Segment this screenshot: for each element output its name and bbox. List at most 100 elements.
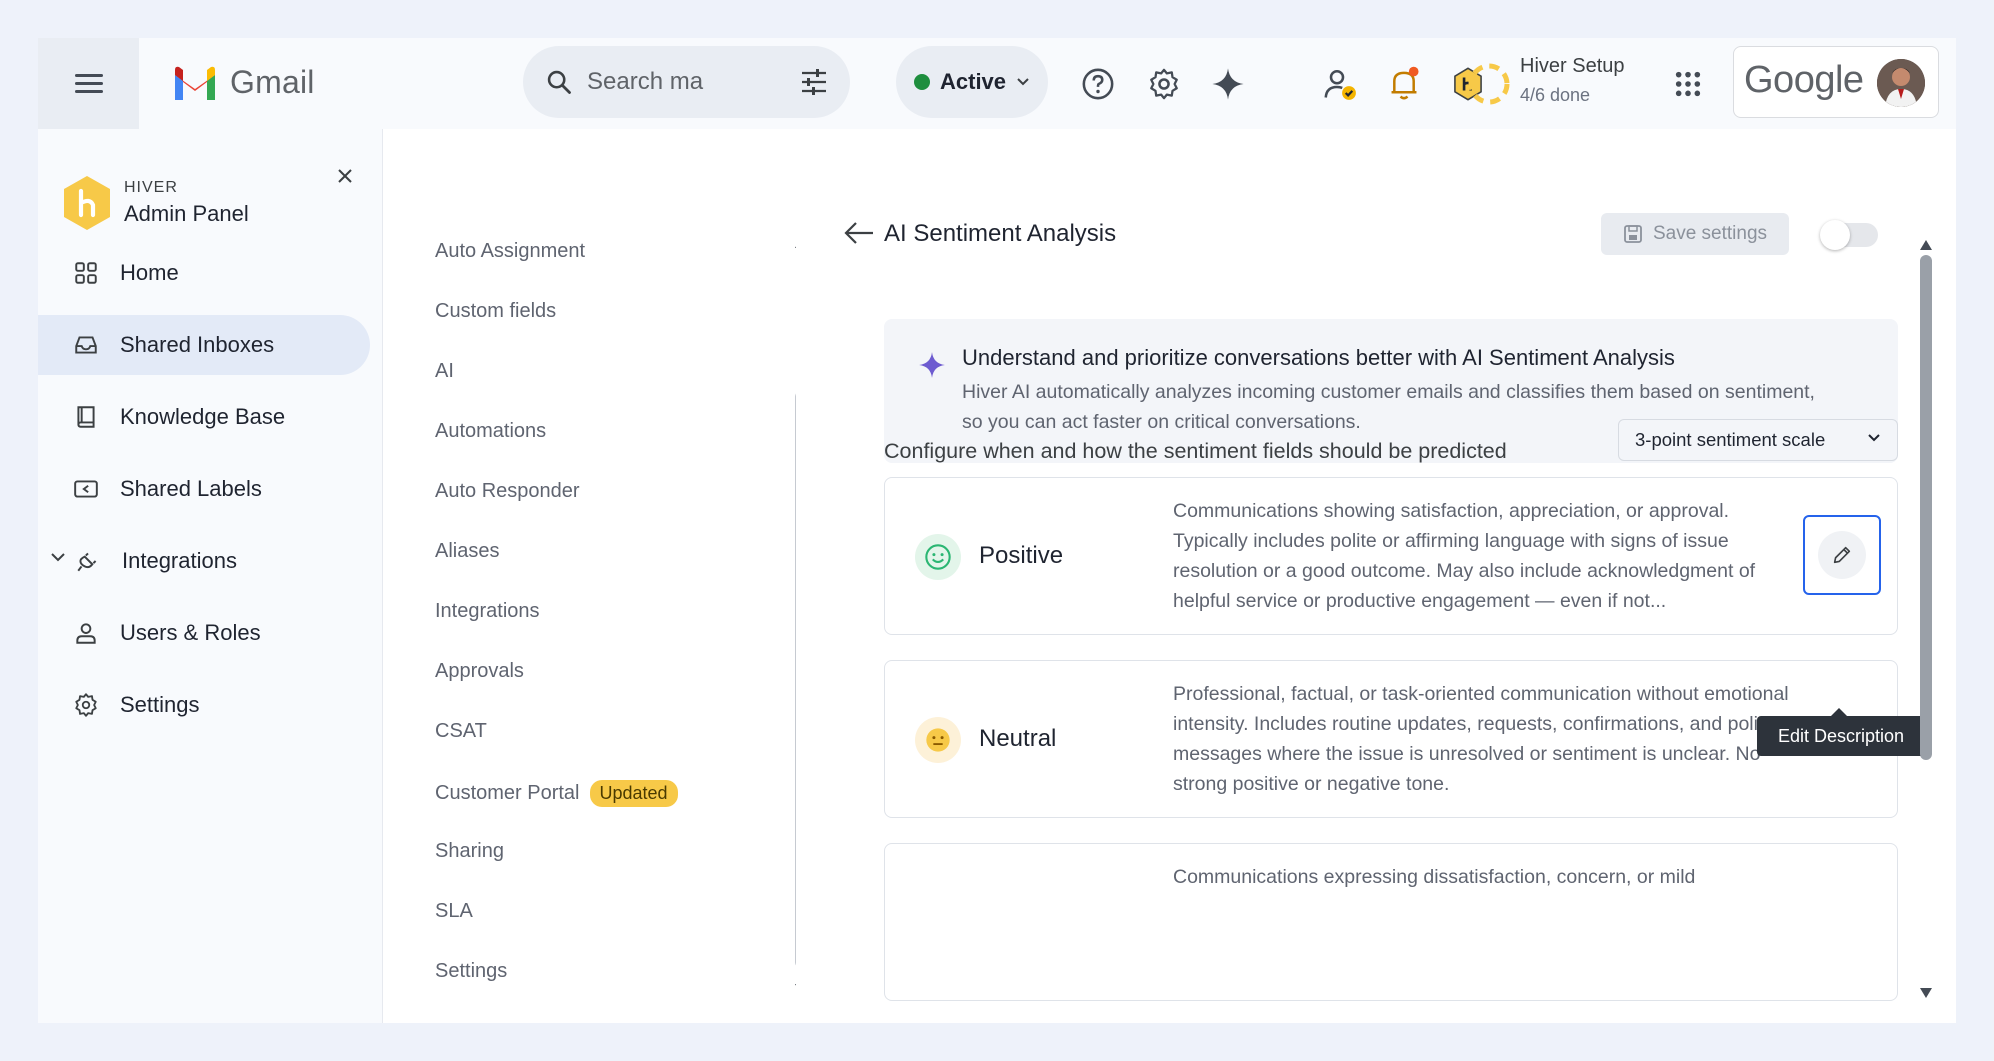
subnav-item-label: Approvals — [435, 660, 524, 682]
avatar[interactable] — [1877, 59, 1925, 107]
brand-title: Admin Panel — [124, 201, 249, 226]
user-status-icon[interactable] — [1320, 64, 1360, 104]
updated-badge: Updated — [589, 780, 678, 807]
search-icon — [547, 70, 571, 94]
subnav-item-aliases[interactable]: Aliases — [435, 540, 499, 563]
main-scroll-thumb[interactable] — [1920, 255, 1932, 760]
subnav-item-label: CSAT — [435, 720, 487, 742]
save-settings-button[interactable]: Save settings — [1601, 213, 1789, 255]
sidebar-item-settings[interactable]: Settings — [38, 675, 370, 735]
subnav-item-csat[interactable]: CSAT — [435, 720, 487, 743]
neutral-face-icon — [915, 717, 961, 763]
setup-progress-text: 4/6 done — [1520, 85, 1591, 105]
google-account-box[interactable]: Google — [1733, 46, 1939, 118]
sidebar-item-label: Shared Inboxes — [120, 332, 275, 357]
pencil-icon — [1818, 531, 1866, 579]
edit-description-button[interactable] — [1803, 515, 1881, 595]
search-options-icon[interactable] — [800, 69, 828, 95]
apps-grid-icon[interactable] — [1668, 64, 1708, 104]
sidebar-item-label: Users & Roles — [120, 620, 261, 645]
settings-gear-icon[interactable] — [1144, 64, 1184, 104]
sentiment-enable-toggle[interactable] — [1820, 220, 1878, 250]
subnav-item-auto-responder[interactable]: Auto Responder — [435, 480, 580, 503]
sidebar-item-knowledge-base[interactable]: Knowledge Base — [38, 387, 370, 447]
subnav-item-sla[interactable]: SLA — [435, 900, 473, 923]
sentiment-description: Professional, factual, or task-oriented … — [1173, 683, 1789, 795]
sentiment-card-negative: Communications expressing dissatisfactio… — [884, 843, 1898, 1001]
edit-description-tooltip: Edit Description — [1757, 708, 1925, 756]
subnav-item-label: Automations — [435, 420, 547, 442]
chevron-down-icon — [1868, 434, 1880, 442]
inbox-settings-nav: Auto Assignment Custom fields AI Automat… — [384, 129, 807, 1023]
save-icon — [1624, 225, 1642, 243]
user-icon — [72, 619, 100, 647]
notifications-bell-icon[interactable] — [1384, 64, 1424, 104]
toggle-knob — [1820, 220, 1850, 250]
sidebar-item-shared-inboxes[interactable]: Shared Inboxes — [38, 315, 370, 375]
scroll-down-arrow-icon[interactable] — [1919, 987, 1933, 999]
gmail-m-icon — [175, 66, 215, 100]
ai-sparkle-icon[interactable] — [1208, 64, 1248, 104]
brand-small-label: HIVER — [124, 179, 178, 196]
subnav-item-integrations[interactable]: Integrations — [435, 600, 540, 623]
subnav-item-settings[interactable]: Settings — [435, 960, 507, 983]
admin-sidebar: HIVER Admin Panel Home Shared Inboxes Kn… — [38, 129, 383, 1023]
close-admin-panel-icon[interactable] — [330, 161, 360, 191]
chevron-down-icon[interactable] — [50, 551, 66, 563]
sentiment-scale-value: 3-point sentiment scale — [1635, 429, 1826, 450]
sidebar-item-label: Shared Labels — [120, 476, 262, 501]
main-menu-button[interactable] — [38, 38, 139, 129]
subnav-item-approvals[interactable]: Approvals — [435, 660, 524, 683]
sentiment-name: Neutral — [979, 725, 1057, 752]
back-arrow-icon[interactable] — [843, 221, 875, 245]
subnav-item-label: Auto Assignment — [435, 240, 586, 262]
sentiment-description: Communications showing satisfaction, app… — [1173, 500, 1756, 612]
status-selector[interactable]: Active — [896, 46, 1048, 118]
top-bar: Gmail Active — [38, 38, 1956, 129]
subnav-item-label: Integrations — [435, 600, 540, 622]
subnav-item-label: Customer Portal — [435, 782, 580, 804]
hiver-logo-icon — [64, 176, 110, 230]
sidebar-item-label: Home — [120, 260, 179, 285]
subnav-item-sharing[interactable]: Sharing — [435, 840, 504, 863]
help-icon[interactable] — [1078, 64, 1118, 104]
status-dot — [914, 74, 930, 90]
plug-icon — [74, 547, 102, 575]
sidebar-item-shared-labels[interactable]: Shared Labels — [38, 459, 370, 519]
search-bar[interactable] — [523, 46, 850, 118]
main-content: AI Sentiment Analysis Save settings Unde… — [796, 129, 1956, 1023]
sidebar-item-integrations[interactable]: Integrations — [38, 531, 370, 591]
sentiment-name: Positive — [979, 542, 1064, 569]
subnav-item-ai[interactable]: AI — [435, 360, 454, 383]
page-title: AI Sentiment Analysis — [884, 220, 1117, 247]
sentiment-scale-select[interactable]: 3-point sentiment scale — [1618, 419, 1898, 461]
gmail-logo[interactable]: Gmail — [172, 64, 315, 101]
subnav-item-custom-fields[interactable]: Custom fields — [435, 300, 556, 323]
subnav-item-label: Sharing — [435, 840, 504, 862]
sidebar-item-users-roles[interactable]: Users & Roles — [38, 603, 370, 663]
main-scrollbar[interactable] — [1917, 239, 1933, 1001]
subnav-item-auto-assignment[interactable]: Auto Assignment — [435, 240, 585, 263]
sidebar-item-home[interactable]: Home — [38, 243, 370, 303]
search-input[interactable] — [587, 68, 777, 96]
sentiment-card-positive: Positive Communications showing satisfac… — [884, 477, 1898, 635]
smile-face-icon — [915, 534, 961, 580]
hamburger-icon — [74, 73, 103, 94]
subnav-item-label: Custom fields — [435, 300, 557, 322]
save-settings-label: Save settings — [1652, 223, 1768, 244]
status-label: Active — [940, 69, 1007, 94]
sentiment-description: Communications expressing dissatisfactio… — [1173, 866, 1696, 888]
sidebar-item-label: Settings — [120, 692, 200, 717]
ai-sparkle-icon — [919, 352, 945, 378]
app-frame: Gmail Active — [38, 38, 1956, 1023]
google-logo-text: Google — [1744, 59, 1864, 101]
chevron-down-icon — [1017, 78, 1029, 86]
label-icon — [72, 475, 100, 503]
scroll-up-arrow-icon[interactable] — [1919, 239, 1933, 251]
subnav-item-automations[interactable]: Automations — [435, 420, 546, 443]
subnav-item-label: Settings — [435, 960, 508, 982]
book-icon — [72, 403, 100, 431]
inbox-icon — [72, 331, 100, 359]
subnav-item-customer-portal[interactable]: Customer Portal Updated — [435, 780, 678, 807]
subnav-item-label: Aliases — [435, 540, 500, 562]
